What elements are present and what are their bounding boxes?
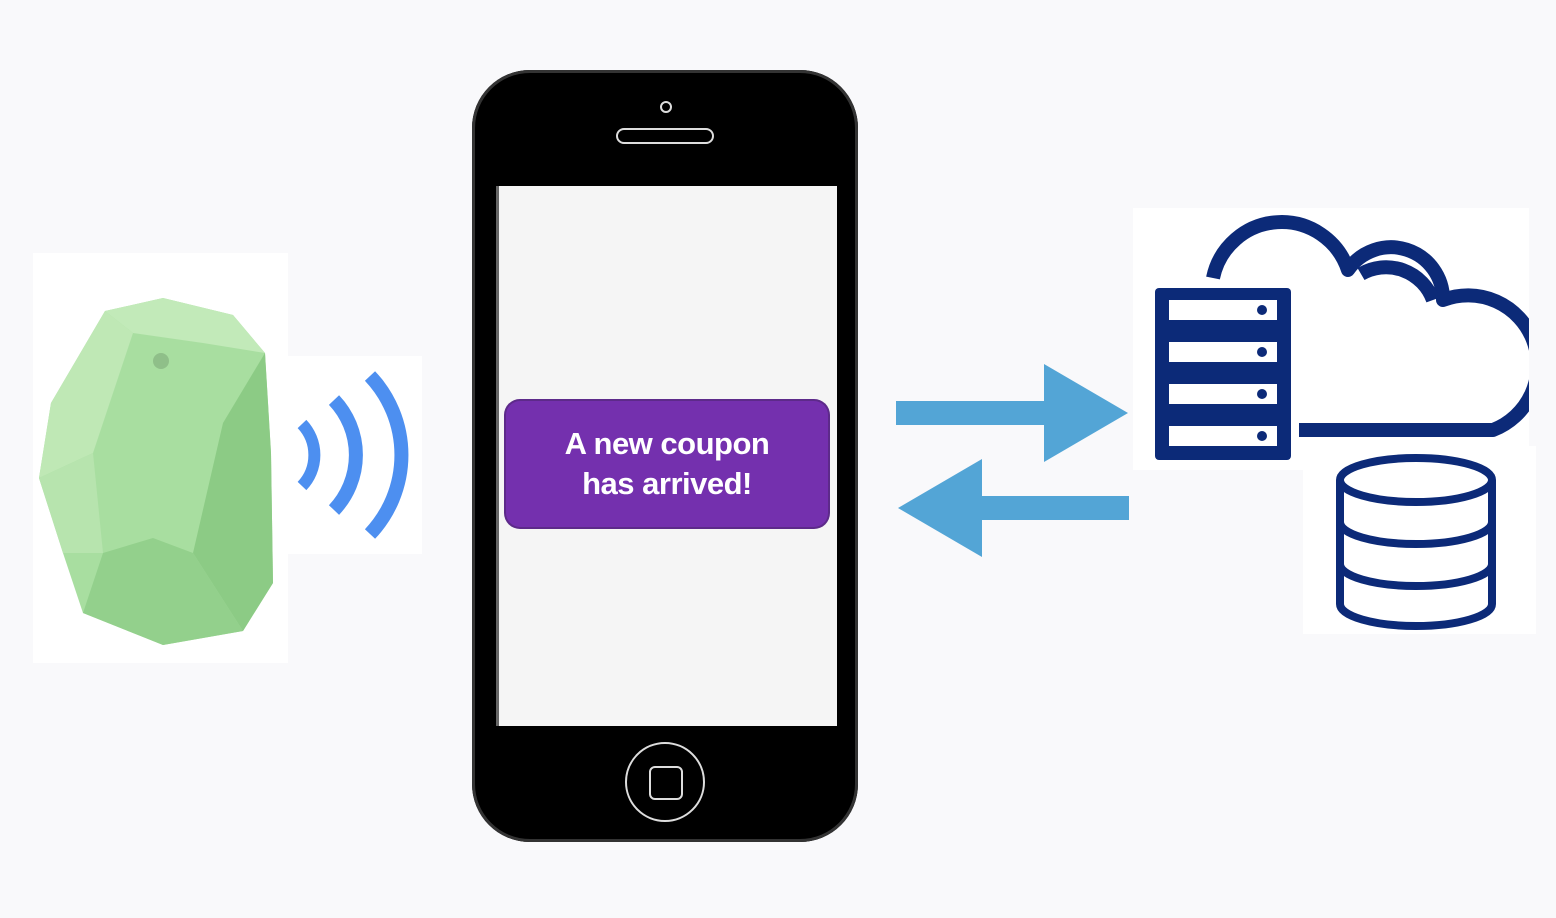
- database-card: [1303, 446, 1536, 634]
- home-button[interactable]: [625, 742, 705, 822]
- smartphone: A new coupon has arrived!: [472, 70, 858, 842]
- arrow-left-icon: [898, 459, 1129, 557]
- camera-icon: [660, 101, 672, 113]
- arrow-right-icon: [896, 364, 1128, 462]
- database-icon: [1336, 454, 1496, 630]
- server-cloud-card: [1133, 208, 1545, 470]
- server-rack-icon: [1155, 288, 1291, 460]
- beacon-icon: [39, 298, 273, 645]
- server-cloud-icon: [1155, 215, 1545, 460]
- speaker-grille: [616, 128, 714, 144]
- beacon-card: [33, 253, 288, 663]
- phone-screen: A new coupon has arrived!: [496, 186, 837, 726]
- notification-line-2: has arrived!: [582, 466, 752, 501]
- signal-card: [288, 356, 422, 554]
- notification-line-1: A new coupon: [564, 426, 770, 461]
- coupon-notification[interactable]: A new coupon has arrived!: [506, 401, 828, 527]
- wireless-signal-icon: [297, 371, 409, 539]
- home-square-icon: [649, 766, 683, 800]
- sync-arrows: [896, 364, 1129, 557]
